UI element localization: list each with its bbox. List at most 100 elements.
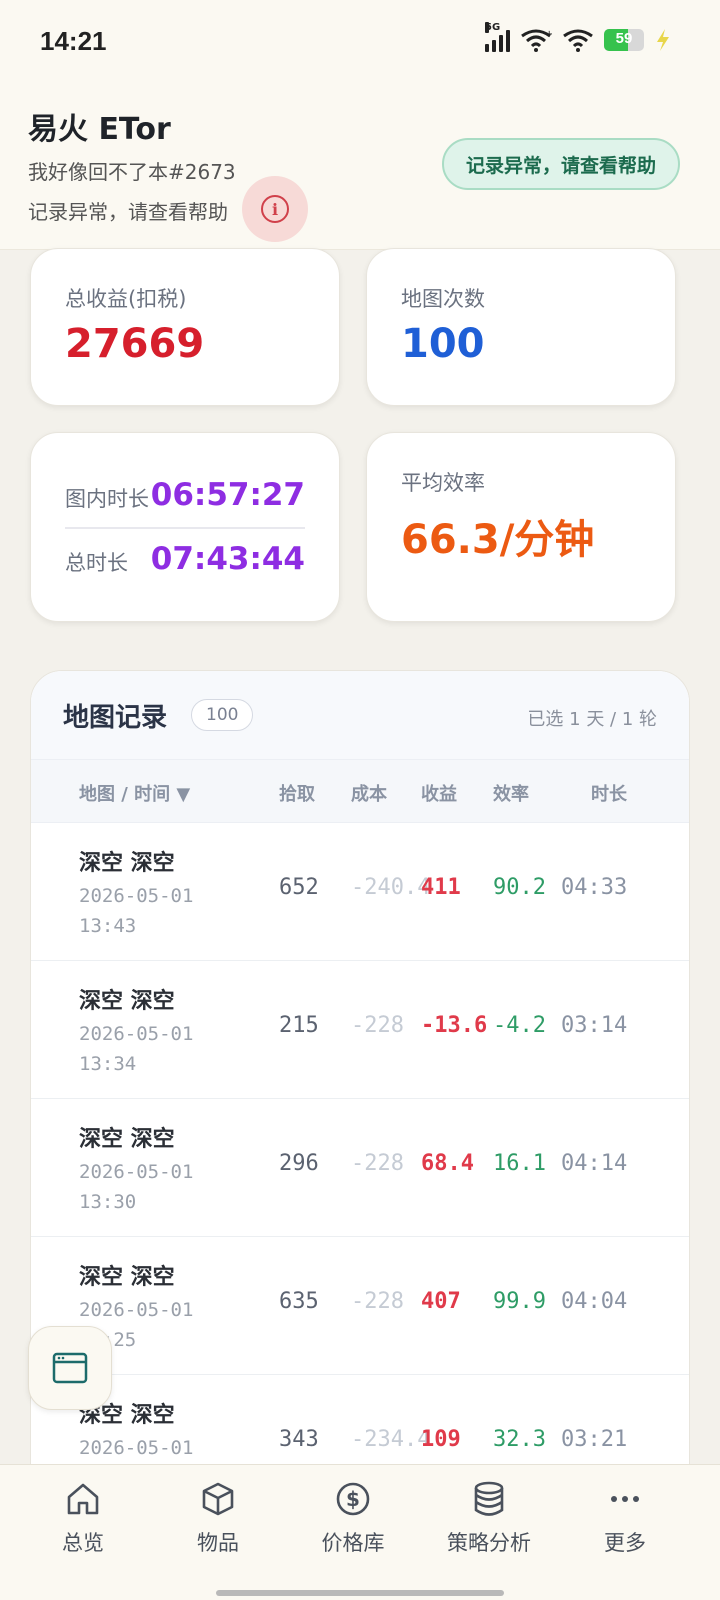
wifi-icon-2 (563, 29, 593, 52)
row-dur: 04:14 (561, 1151, 628, 1176)
records-title: 地图记录 (63, 703, 168, 733)
col-cost[interactable]: 成本 (351, 780, 387, 806)
database-icon (474, 1481, 504, 1516)
row-cost: -228 (351, 1013, 404, 1038)
avg-efficiency-card: 平均效率 66.3/分钟 (366, 432, 676, 622)
col-profit[interactable]: 收益 (421, 780, 457, 806)
total-profit-value: 27669 (65, 321, 205, 367)
nav-strategy[interactable]: 策略分析 (424, 1479, 554, 1557)
col-map-time[interactable]: 地图 / 时间 ▼ (79, 780, 190, 806)
table-row[interactable]: 深空 深空 2026-05-01 343 -234.4 109 32.3 03:… (31, 1375, 689, 1469)
table-row[interactable]: 深空 深空 2026-05-01 13:34 215 -228 -13.6 -4… (31, 961, 689, 1099)
nav-label: 策略分析 (447, 1531, 531, 1555)
app-title: 易火 ETor (28, 112, 171, 147)
row-eff: 16.1 (493, 1151, 546, 1176)
records-selection[interactable]: 已选 1 天 / 1 轮 (527, 705, 657, 731)
help-button[interactable]: 记录异常，请查看帮助 (441, 138, 680, 190)
row-cost: -228 (351, 1289, 404, 1314)
table-row[interactable]: 深空 深空 2026-05-01 13:25 635 -228 407 99.9… (31, 1237, 689, 1375)
status-bar: 14:21 5G + 59 (0, 0, 720, 88)
more-icon (611, 1496, 639, 1502)
duration-divider (65, 527, 305, 529)
records-column-header: 地图 / 时间 ▼ 拾取 成本 收益 效率 时长 (31, 759, 689, 823)
nav-label: 总览 (62, 1531, 104, 1555)
row-cost: -228 (351, 1151, 404, 1176)
col-eff[interactable]: 效率 (493, 780, 529, 806)
status-time: 14:21 (40, 26, 107, 56)
total-time-value: 07:43:44 (150, 541, 305, 577)
network-label: 5G (485, 22, 501, 33)
col-dur[interactable]: 时长 (591, 780, 627, 806)
total-time-label: 总时长 (65, 551, 128, 575)
nav-label: 更多 (604, 1531, 646, 1555)
app-subtitle: 我好像回不了本#2673 (28, 160, 236, 184)
row-pick: 652 (279, 875, 319, 900)
nav-label: 价格库 (321, 1531, 385, 1555)
row-map-name: 深空 深空 (79, 851, 175, 876)
svg-text:$: $ (346, 1487, 360, 1511)
row-date: 2026-05-01 (79, 1437, 194, 1459)
nav-price-library[interactable]: $ 价格库 (288, 1479, 418, 1557)
row-profit: 411 (421, 875, 461, 900)
battery-text: 59 (615, 30, 633, 47)
warning-text: 记录异常，请查看帮助 (28, 200, 228, 224)
row-dur: 04:33 (561, 875, 628, 900)
row-eff: 90.2 (493, 875, 546, 900)
in-map-time-value: 06:57:27 (150, 477, 305, 513)
avg-eff-value: 66.3/分钟 (401, 517, 595, 563)
row-map-name: 深空 深空 (79, 1127, 175, 1152)
records-count-badge: 100 (191, 699, 254, 731)
row-date: 2026-05-01 13:30 (79, 1161, 194, 1213)
in-map-time-label: 图内时长 (65, 487, 149, 511)
map-records-panel: 地图记录 100 已选 1 天 / 1 轮 地图 / 时间 ▼ 拾取 成本 收益… (30, 670, 690, 1470)
row-dur: 03:21 (561, 1427, 628, 1452)
map-count-label: 地图次数 (401, 287, 485, 311)
total-profit-label: 总收益(扣税) (65, 287, 187, 311)
nav-overview[interactable]: 总览 (18, 1479, 148, 1557)
wifi-icon: + (521, 29, 552, 52)
row-date: 2026-05-01 13:34 (79, 1023, 194, 1075)
row-pick: 343 (279, 1427, 319, 1452)
row-profit: 68.4 (421, 1151, 474, 1176)
row-eff: 32.3 (493, 1427, 546, 1452)
row-date: 2026-05-01 13:43 (79, 885, 194, 937)
row-profit: 407 (421, 1289, 461, 1314)
info-icon: i (261, 195, 289, 223)
map-count-card: 地图次数 100 (366, 248, 676, 406)
row-dur: 03:14 (561, 1013, 628, 1038)
duration-card: 图内时长 06:57:27 总时长 07:43:44 (30, 432, 340, 622)
floating-window-button[interactable] (28, 1326, 112, 1410)
row-profit: -13.6 (421, 1013, 488, 1038)
row-pick: 635 (279, 1289, 319, 1314)
table-row[interactable]: 深空 深空 2026-05-01 13:30 296 -228 68.4 16.… (31, 1099, 689, 1237)
info-button[interactable]: i (242, 176, 308, 242)
row-map-name: 深空 深空 (79, 1265, 175, 1290)
svg-text:+: + (545, 29, 552, 40)
row-dur: 04:04 (561, 1289, 628, 1314)
nav-items[interactable]: 物品 (153, 1479, 283, 1557)
table-row[interactable]: 深空 深空 2026-05-01 13:43 652 -240.4 411 90… (31, 823, 689, 961)
row-pick: 215 (279, 1013, 319, 1038)
map-count-value: 100 (401, 321, 485, 367)
records-header: 地图记录 100 已选 1 天 / 1 轮 (31, 671, 689, 759)
status-icons: 5G + 59 (485, 22, 672, 52)
row-cost: -234.4 (351, 1427, 431, 1452)
row-cost: -240.4 (351, 875, 431, 900)
total-profit-card: 总收益(扣税) 27669 (30, 248, 340, 406)
charging-bolt-icon (657, 29, 669, 51)
row-pick: 296 (279, 1151, 319, 1176)
nav-label: 物品 (197, 1531, 239, 1555)
row-eff: 99.9 (493, 1289, 546, 1314)
signal-icon: 5G (485, 22, 510, 52)
battery-icon: 59 (604, 29, 644, 51)
dollar-icon: $ (336, 1482, 370, 1516)
nav-more[interactable]: 更多 (560, 1479, 690, 1557)
avg-eff-label: 平均效率 (401, 471, 485, 495)
home-icon (67, 1483, 99, 1515)
cube-icon (202, 1482, 234, 1516)
row-map-name: 深空 深空 (79, 989, 175, 1014)
row-profit: 109 (421, 1427, 461, 1452)
col-pick[interactable]: 拾取 (279, 780, 315, 806)
row-eff: -4.2 (493, 1013, 546, 1038)
home-indicator[interactable] (216, 1590, 504, 1596)
